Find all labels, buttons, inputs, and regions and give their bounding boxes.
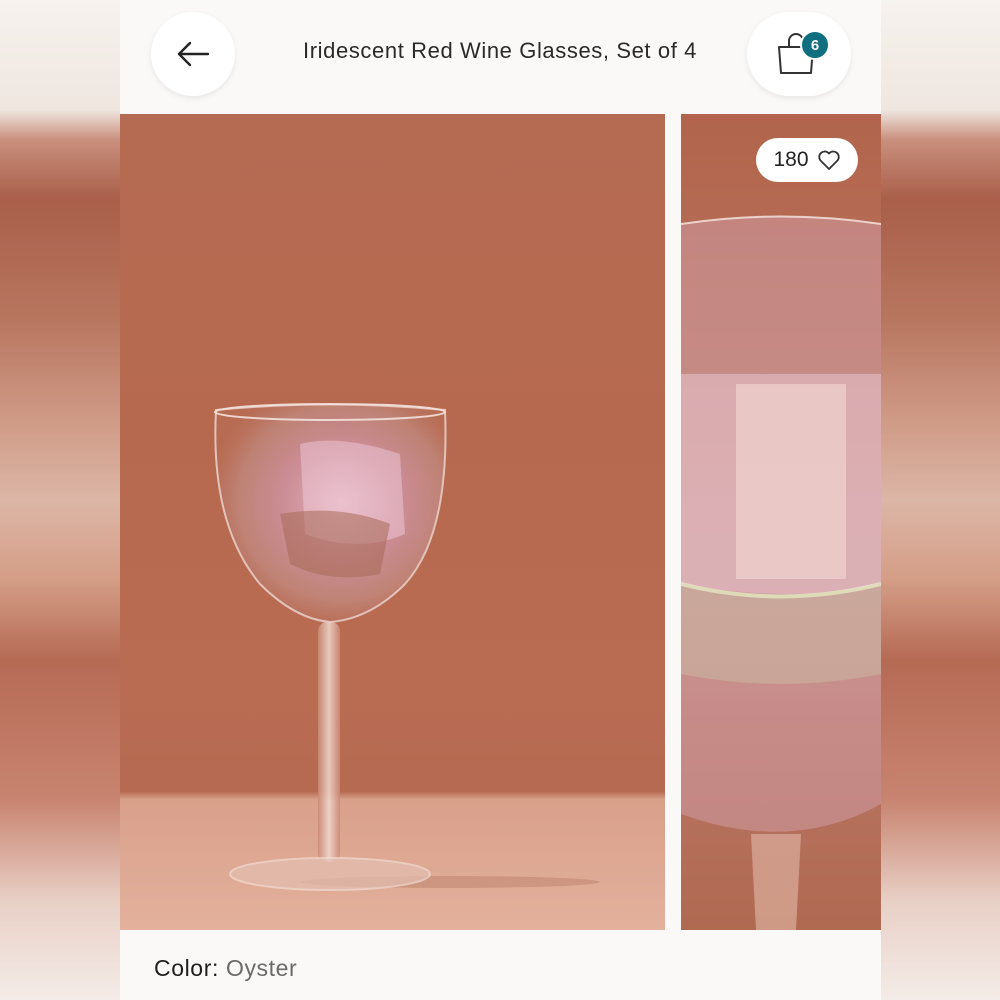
wine-glass-image	[214, 403, 600, 891]
back-button[interactable]	[151, 12, 235, 96]
product-page: Iridescent Red Wine Glasses, Set of 4 6	[120, 0, 881, 1000]
product-image-detail[interactable]	[681, 114, 881, 930]
cart-button[interactable]	[747, 12, 851, 96]
page-title: Iridescent Red Wine Glasses, Set of 4	[303, 38, 697, 63]
color-selector-label: Color: Oyster	[154, 955, 297, 982]
color-label: Color:	[154, 955, 219, 981]
likes-button[interactable]: 180	[756, 138, 858, 182]
top-bar: Iridescent Red Wine Glasses, Set of 4 6	[120, 0, 881, 113]
heart-outline-icon	[817, 150, 840, 170]
likes-count: 180	[773, 148, 809, 171]
arrow-left-icon	[177, 41, 210, 67]
color-value: Oyster	[225, 955, 298, 981]
product-image-main[interactable]	[120, 114, 665, 930]
cart-count-badge: 6	[800, 30, 830, 60]
wine-glass-closeup-image	[681, 215, 881, 930]
